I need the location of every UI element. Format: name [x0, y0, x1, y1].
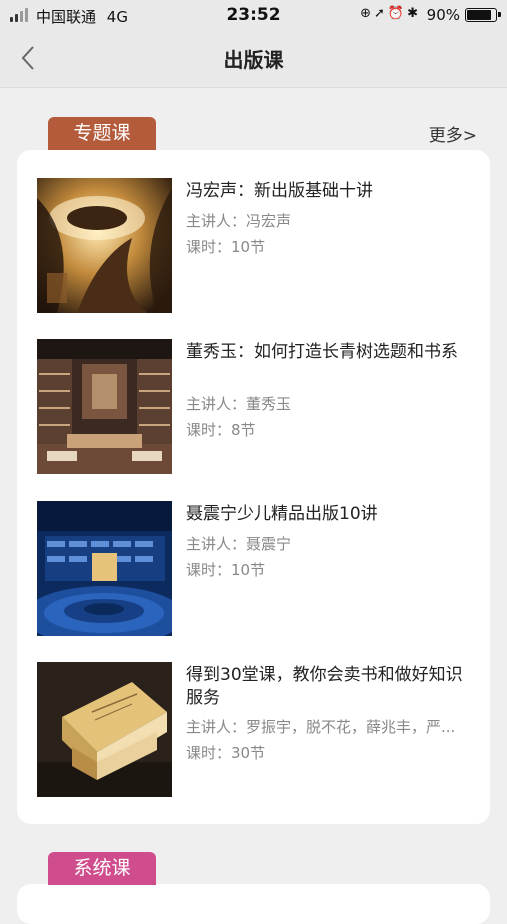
course-item[interactable]: 董秀玉：如何打造长青树选题和书系 主讲人：董秀玉 课时：8节 — [37, 339, 477, 474]
page-title: 出版课 — [223, 48, 284, 72]
system-course-card — [17, 884, 490, 924]
course-title: 得到30堂课，教你会卖书和做好知识服务 — [186, 665, 463, 708]
more-link[interactable]: 更多> — [429, 121, 477, 146]
navigation-bar: 出版课 — [0, 30, 507, 88]
alarm-icon: ⏰ — [387, 6, 408, 21]
course-thumbnail — [37, 501, 172, 636]
course-thumbnail — [37, 178, 172, 313]
course-lecturer: 主讲人：冯宏声 — [186, 212, 292, 230]
course-lessons: 课时：10节 — [186, 238, 266, 256]
course-list-card: 冯宏声：新出版基础十讲 主讲人：冯宏声 课时：10节 董秀玉：如何打造长青树选题… — [17, 150, 490, 824]
course-lecturer: 主讲人：聂震宁 — [186, 535, 292, 553]
bluetooth-icon: ✱ — [407, 6, 421, 21]
course-thumbnail — [37, 662, 172, 797]
course-lessons: 课时：30节 — [186, 744, 266, 762]
course-item[interactable]: 冯宏声：新出版基础十讲 主讲人：冯宏声 课时：10节 — [37, 178, 477, 313]
course-lessons: 课时：8节 — [186, 421, 256, 439]
course-lecturer: 主讲人：董秀玉 — [186, 395, 292, 413]
course-item[interactable]: 得到30堂课，教你会卖书和做好知识服务 主讲人：罗振宇，脱不花，薛兆丰，严...… — [37, 662, 477, 797]
section-tab-system: 系统课 — [48, 852, 156, 885]
course-lecturer: 主讲人：罗振宇，脱不花，薛兆丰，严... — [186, 718, 456, 736]
battery-icon — [465, 8, 501, 22]
course-thumbnail — [37, 339, 172, 474]
orientation-lock-icon: ⊕ — [360, 6, 374, 21]
status-bar: 中国联通 4G 23:52 ⊕➚⏰✱ 90% — [0, 0, 507, 30]
course-item[interactable]: 聂震宁少儿精品出版10讲 主讲人：聂震宁 课时：10节 — [37, 501, 477, 636]
course-title: 冯宏声：新出版基础十讲 — [186, 181, 373, 201]
location-icon: ➚ — [374, 6, 388, 21]
status-icons: ⊕➚⏰✱ — [360, 6, 421, 21]
course-title: 聂震宁少儿精品出版10讲 — [186, 504, 378, 524]
course-title: 董秀玉：如何打造长青树选题和书系 — [186, 342, 458, 362]
battery-percent: 90% — [426, 6, 460, 24]
course-lessons: 课时：10节 — [186, 561, 266, 579]
section-tab-topic: 专题课 — [48, 117, 156, 150]
